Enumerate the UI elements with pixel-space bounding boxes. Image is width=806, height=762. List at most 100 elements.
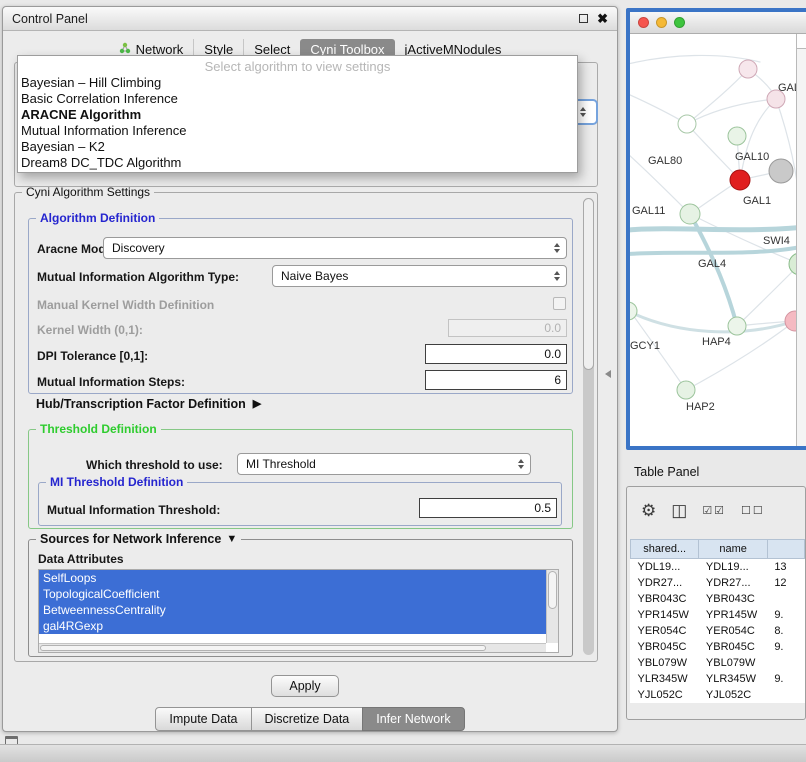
table-cell[interactable]: YBR045C [699,639,767,655]
column-header[interactable]: shared... [631,540,699,559]
network-node[interactable] [680,204,700,224]
clear-all-checkboxes-icon[interactable]: ☐☐ [741,501,765,521]
list-item[interactable]: BetweennessCentrality [39,602,546,618]
scrollbar-thumb[interactable] [583,198,594,370]
network-node[interactable] [730,170,750,190]
table-cell[interactable]: YJL052C [631,687,699,703]
table-row[interactable]: YJL052CYJL052C [631,687,805,703]
table-row[interactable]: YBL079WYBL079W [631,655,805,671]
minimize-traffic-light[interactable] [656,17,667,28]
table-cell[interactable] [767,687,804,703]
network-node[interactable] [728,317,746,335]
close-icon[interactable]: ✖ [597,12,608,25]
table-cell[interactable]: YLR345W [699,671,767,687]
float-window-icon[interactable] [579,14,588,23]
network-node[interactable] [630,302,637,320]
table-cell[interactable]: 8. [767,623,804,639]
table-row[interactable]: YBR045CYBR045C9. [631,639,805,655]
bottom-tab-infer-network[interactable]: Infer Network [362,707,464,731]
mi-type-select[interactable]: Naive Bayes [272,265,567,287]
scroll-up-button[interactable] [797,34,806,49]
apply-button[interactable]: Apply [271,675,339,697]
table-cell[interactable]: YBR043C [631,591,699,607]
table-row[interactable]: YBR043CYBR043C [631,591,805,607]
application-window: Control Panel ✖ NetworkStyleSelectCyni T… [0,0,806,762]
list-item[interactable]: SelfLoops [39,570,546,586]
algorithm-popup-item[interactable]: Dream8 DC_TDC Algorithm [18,155,577,171]
table-cell[interactable]: YER054C [699,623,767,639]
table-cell[interactable]: 13 [767,559,804,575]
table-cell[interactable]: YBR043C [699,591,767,607]
table-cell[interactable]: YJL052C [699,687,767,703]
network-node[interactable] [739,60,757,78]
bottom-tab-discretize-data[interactable]: Discretize Data [251,707,364,731]
gear-icon[interactable]: ⚙ [641,501,656,521]
list-vertical-scrollbar[interactable] [546,570,558,643]
list-horizontal-scrollbar[interactable] [39,643,546,652]
expand-down-icon[interactable]: ▼ [226,534,237,545]
select-all-checkboxes-icon[interactable]: ☑☑ [702,501,726,521]
which-threshold-select[interactable]: MI Threshold [237,453,531,475]
table-cell[interactable] [767,655,804,671]
network-vertical-scrollbar[interactable] [796,34,806,446]
algorithm-popup-item[interactable]: Mutual Information Inference [18,123,577,139]
table-cell[interactable]: YBR045C [631,639,699,655]
table-cell[interactable]: 9. [767,639,804,655]
control-panel-title: Control Panel [12,12,88,26]
table-cell[interactable]: 9. [767,671,804,687]
table-cell[interactable]: YDL19... [631,559,699,575]
expand-right-icon[interactable]: ▶ [253,399,261,410]
table-row[interactable]: YDL19...YDL19...13 [631,559,805,575]
network-node[interactable] [677,381,695,399]
table-panel-tab[interactable]: Table Panel [634,465,699,479]
network-node[interactable] [769,159,793,183]
aracne-mode-select[interactable]: Discovery [103,237,567,259]
table-cell[interactable]: YER054C [631,623,699,639]
table-row[interactable]: YER054CYER054C8. [631,623,805,639]
table-cell[interactable]: YBL079W [699,655,767,671]
table-cell[interactable]: YDR27... [699,575,767,591]
settings-group-title: Cyni Algorithm Settings [22,185,154,199]
dpi-tolerance-input[interactable] [425,344,567,364]
list-item[interactable]: TopologicalCoefficient [39,586,546,602]
zoom-traffic-light[interactable] [674,17,685,28]
table-cell[interactable]: YPR145W [631,607,699,623]
table-row[interactable]: YPR145WYPR145W9. [631,607,805,623]
network-node[interactable] [728,127,746,145]
table-cell[interactable]: 12 [767,575,804,591]
column-header[interactable]: name [699,540,767,559]
hub-definition-expander[interactable]: Hub/Transcription Factor Definition ▶ [36,397,261,411]
table-cell[interactable]: YDR27... [631,575,699,591]
table-header-row: shared...name [631,540,805,559]
mi-threshold-input[interactable] [419,498,557,518]
close-traffic-light[interactable] [638,17,649,28]
network-canvas[interactable]: GAL80GAL10GAL11GAL1SWI4GAL4GCY1HAP4HAP2G… [630,34,806,446]
scrollbar-thumb[interactable] [548,571,557,609]
table-cell[interactable]: 9. [767,607,804,623]
table-row[interactable]: YDR27...YDR27...12 [631,575,805,591]
algorithm-popup-item[interactable]: Bayesian – Hill Climbing [18,75,577,91]
scrollbar-thumb[interactable] [40,645,486,651]
columns-icon[interactable]: ◫ [671,501,687,521]
mi-steps-input[interactable] [425,370,567,390]
table-cell[interactable]: YPR145W [699,607,767,623]
splitter-collapse-icon[interactable] [605,370,611,378]
table-cell[interactable] [767,591,804,607]
column-header[interactable] [767,540,804,559]
control-panel-window: Control Panel ✖ NetworkStyleSelectCyni T… [2,6,618,732]
bottom-tab-impute-data[interactable]: Impute Data [155,707,251,731]
table-cell[interactable]: YBL079W [631,655,699,671]
algorithm-popup-item[interactable]: Basic Correlation Inference [18,91,577,107]
sources-expander[interactable]: Sources for Network Inference ▼ [36,532,241,546]
network-edge [687,69,748,124]
algorithm-popup-item[interactable]: ARACNE Algorithm [18,107,577,123]
table-row[interactable]: YLR345WYLR345W9. [631,671,805,687]
manual-kernel-label: Manual Kernel Width Definition [37,298,214,312]
table-cell[interactable]: YLR345W [631,671,699,687]
list-item[interactable]: gal4RGexp [39,618,546,634]
algorithm-popup-item[interactable]: Bayesian – K2 [18,139,577,155]
settings-scrollbar[interactable] [583,198,594,655]
network-node[interactable] [678,115,696,133]
table-cell[interactable]: YDL19... [699,559,767,575]
kernel-width-label: Kernel Width (0,1): [37,323,143,337]
